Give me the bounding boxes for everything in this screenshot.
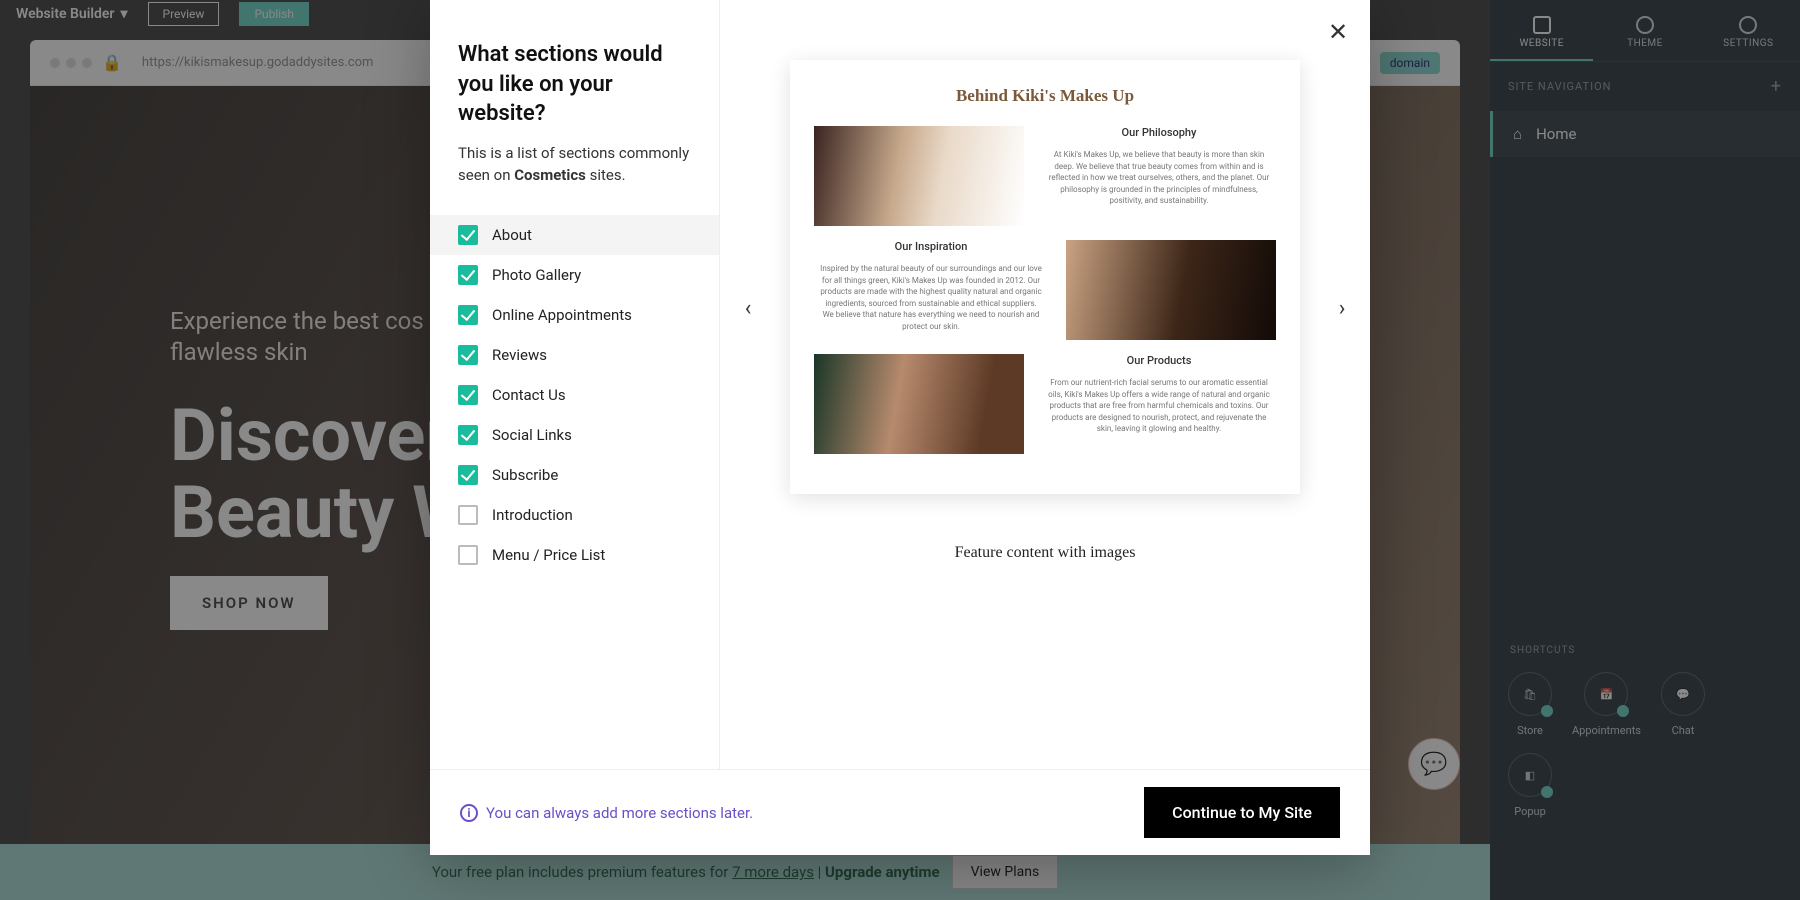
modal-heading: What sections would you like on your web…	[430, 40, 719, 143]
section-row-online-appointments[interactable]: Online Appointments	[430, 295, 719, 335]
preview-image	[814, 354, 1024, 454]
preview-row-heading: Our Products	[1042, 354, 1276, 367]
shortcut-popup[interactable]: ◧Popup	[1508, 753, 1552, 818]
prev-arrow[interactable]: ‹	[730, 290, 766, 326]
checkbox[interactable]	[458, 465, 478, 485]
next-arrow[interactable]: ›	[1324, 290, 1360, 326]
checkbox[interactable]	[458, 225, 478, 245]
preview-image	[814, 126, 1024, 226]
publish-button[interactable]: Publish	[239, 2, 309, 26]
view-plans-button[interactable]: View Plans	[952, 855, 1059, 889]
shortcut-chat[interactable]: 💬Chat	[1661, 672, 1705, 737]
checkbox[interactable]	[458, 505, 478, 525]
section-label: Photo Gallery	[492, 266, 581, 284]
preview-image	[1066, 240, 1276, 340]
continue-button[interactable]: Continue to My Site	[1144, 787, 1340, 838]
section-row-reviews[interactable]: Reviews	[430, 335, 719, 375]
info-text: You can always add more sections later.	[486, 804, 753, 822]
nav-home[interactable]: ⌂ Home	[1490, 111, 1800, 157]
section-label: About	[492, 226, 532, 244]
shortcuts-header: SHORTCUTS	[1490, 627, 1800, 666]
preview-row-heading: Our Philosophy	[1042, 126, 1276, 139]
checkbox[interactable]	[458, 545, 478, 565]
popup-icon: ◧	[1525, 769, 1535, 782]
shortcut-appointments[interactable]: 📅Appointments	[1572, 672, 1641, 737]
preview-row-text: From our nutrient-rich facial serums to …	[1042, 377, 1276, 435]
checkbox[interactable]	[458, 385, 478, 405]
info-icon: i	[460, 804, 478, 822]
tab-website[interactable]: WEBSITE	[1490, 10, 1593, 61]
section-label: Menu / Price List	[492, 546, 605, 564]
checkbox[interactable]	[458, 265, 478, 285]
section-label: Introduction	[492, 506, 573, 524]
section-label: Online Appointments	[492, 306, 632, 324]
modal-left-panel: What sections would you like on your web…	[430, 0, 720, 769]
rail-tabs: WEBSITE THEME SETTINGS	[1490, 0, 1800, 62]
chat-icon: 💬	[1420, 752, 1447, 777]
shop-now-button[interactable]: SHOP NOW	[170, 576, 328, 630]
chevron-left-icon: ‹	[745, 296, 752, 321]
section-row-menu-price-list[interactable]: Menu / Price List	[430, 535, 719, 575]
brand-label: Website Builder	[16, 6, 114, 22]
preview-row-text: At Kiki's Makes Up, we believe that beau…	[1042, 149, 1276, 207]
modal-footer: i You can always add more sections later…	[430, 769, 1370, 855]
lock-icon: 🔒	[102, 53, 122, 72]
preview-title: Behind Kiki's Makes Up	[814, 86, 1276, 106]
tab-settings[interactable]: SETTINGS	[1697, 10, 1800, 61]
upgrade-link[interactable]: Upgrade anytime	[825, 863, 940, 881]
sections-modal: ✕ What sections would you like on your w…	[430, 0, 1370, 855]
tab-theme[interactable]: THEME	[1593, 10, 1696, 61]
brand[interactable]: Website Builder ▾	[16, 6, 128, 22]
section-row-subscribe[interactable]: Subscribe	[430, 455, 719, 495]
window-dots	[50, 58, 92, 68]
chevron-down-icon: ▾	[120, 6, 127, 22]
preview-row-text: Inspired by the natural beauty of our su…	[814, 263, 1048, 333]
domain-pill[interactable]: domain	[1380, 52, 1440, 74]
section-label: Subscribe	[492, 466, 558, 484]
site-nav-header: SITE NAVIGATION +	[1490, 62, 1800, 111]
checkbox[interactable]	[458, 345, 478, 365]
section-list: About Photo Gallery Online Appointments Rev…	[430, 215, 719, 575]
shortcut-store[interactable]: 🛍Store	[1508, 672, 1552, 737]
days-link[interactable]: 7 more days	[732, 863, 814, 881]
nav-home-label: Home	[1536, 125, 1576, 143]
preview-button[interactable]: Preview	[148, 2, 220, 26]
checkbox[interactable]	[458, 305, 478, 325]
modal-subtext: This is a list of sections commonly seen…	[430, 143, 719, 215]
address-bar: https://kikismakesup.godaddysites.com	[142, 55, 373, 70]
chat-icon: 💬	[1676, 688, 1690, 701]
section-row-introduction[interactable]: Introduction	[430, 495, 719, 535]
section-row-contact-us[interactable]: Contact Us	[430, 375, 719, 415]
section-label: Reviews	[492, 346, 547, 364]
section-label: Contact Us	[492, 386, 566, 404]
right-rail: WEBSITE THEME SETTINGS SITE NAVIGATION +…	[1490, 0, 1800, 900]
chat-bubble[interactable]: 💬	[1408, 738, 1460, 790]
plus-icon[interactable]: +	[1771, 76, 1782, 97]
section-row-social-links[interactable]: Social Links	[430, 415, 719, 455]
section-row-photo-gallery[interactable]: Photo Gallery	[430, 255, 719, 295]
checkbox[interactable]	[458, 425, 478, 445]
calendar-icon: 📅	[1600, 688, 1614, 701]
info-note: i You can always add more sections later…	[460, 804, 753, 822]
preview-row-heading: Our Inspiration	[814, 240, 1048, 253]
preview-card: Behind Kiki's Makes Up Our Philosophy At …	[790, 60, 1300, 494]
section-label: Social Links	[492, 426, 572, 444]
home-icon: ⌂	[1513, 125, 1522, 143]
store-icon: 🛍	[1523, 688, 1537, 701]
preview-caption: Feature content with images	[790, 544, 1300, 562]
chevron-right-icon: ›	[1339, 296, 1346, 321]
modal-preview-panel: ‹ › Behind Kiki's Makes Up Our Philosoph…	[720, 0, 1370, 769]
section-row-about[interactable]: About	[430, 215, 719, 255]
banner-text: Your free plan includes premium features…	[432, 863, 940, 881]
